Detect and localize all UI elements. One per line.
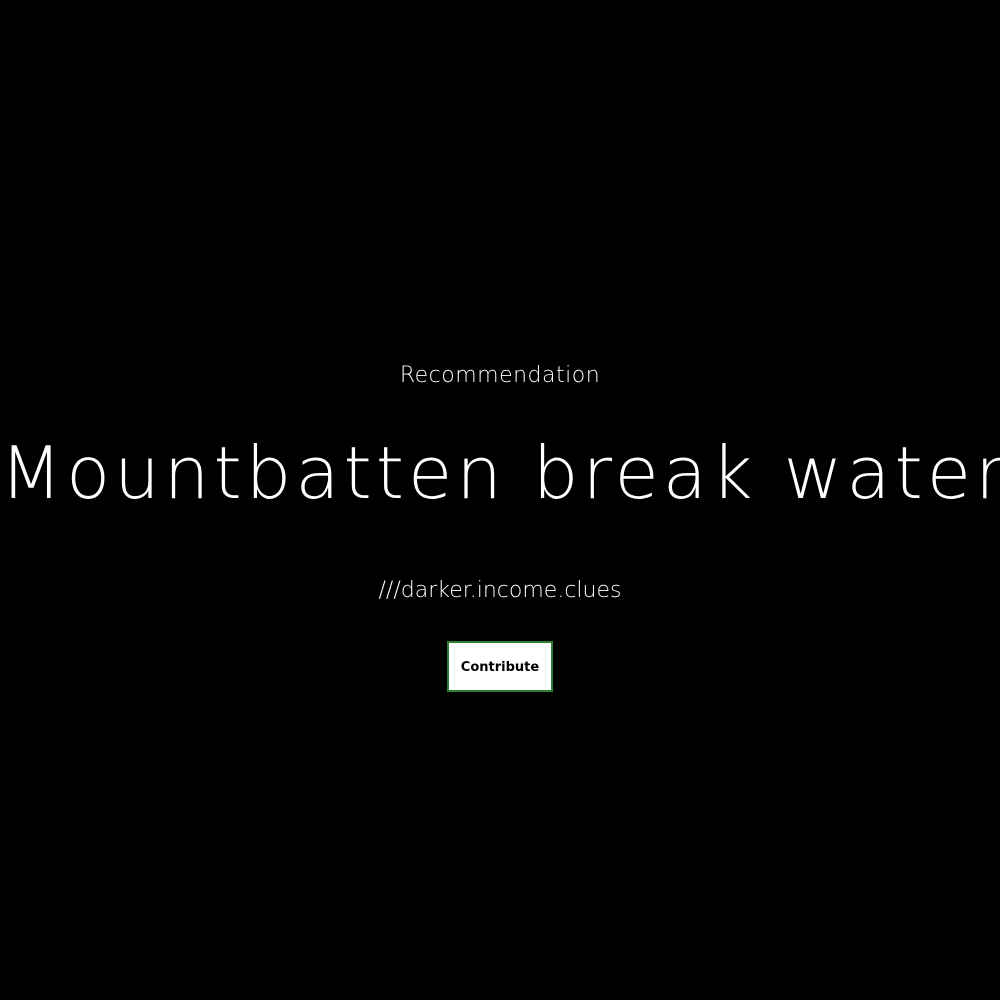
cta-container: Contribute — [0, 641, 1000, 692]
what3words-address: ///darker.income.clues — [378, 578, 622, 603]
page-title: Mountbatten break water — [0, 431, 1000, 515]
eyebrow-label: Recommendation — [399, 363, 601, 388]
contribute-button[interactable]: Contribute — [447, 641, 553, 692]
page: Recommendation Mountbatten break water /… — [0, 0, 1000, 1000]
